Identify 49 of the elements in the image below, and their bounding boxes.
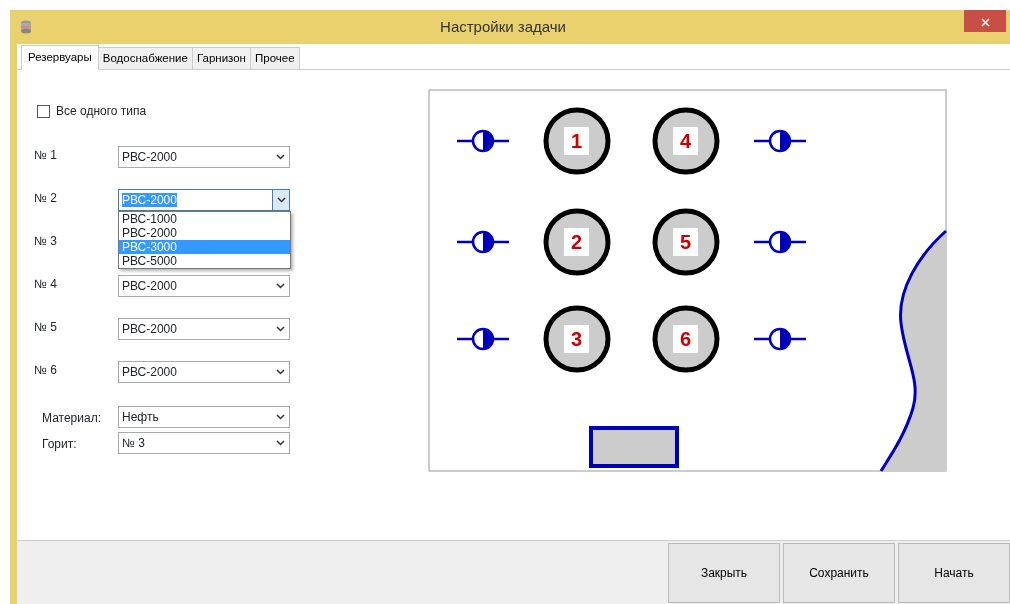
tab[interactable]: Водоснабжение [97,46,193,69]
field-label: № 1 [33,147,58,164]
tab[interactable]: Резервуары [21,44,99,70]
dropdown[interactable]: РВС-2000 [118,361,290,383]
close-icon [980,17,990,27]
caret-icon [276,414,285,420]
hydrant-icon [457,129,509,153]
caret-icon [276,369,285,375]
field-label: № 3 [33,233,58,250]
caret-icon [276,440,285,446]
hydrant-icon [457,230,509,254]
tab[interactable]: Прочее [249,46,300,69]
field-label: № 2 [33,190,58,207]
close-button[interactable] [964,10,1006,32]
dropdown[interactable]: РВС-2000 [118,146,290,168]
tank-number: 5 [679,231,692,253]
footer-button[interactable]: Закрыть [668,543,780,603]
hydrant-icon [754,230,806,254]
database-icon [20,20,32,34]
hydrant-icon [754,129,806,153]
caret-icon [276,154,285,160]
checkbox-label: Все одного типа [56,103,147,120]
field-label: № 5 [33,319,58,336]
caret-icon [276,283,285,289]
caret-icon [276,326,285,332]
tab[interactable]: Гарнизон [191,46,251,69]
field-label: № 4 [33,276,58,293]
tank-number: 2 [570,231,583,253]
dropdown[interactable]: Нефть [118,406,290,428]
tank-number: 6 [679,328,692,350]
tank-number: 3 [570,328,583,350]
footer-button[interactable]: Сохранить [783,543,895,603]
footer-button[interactable]: Начать [898,543,1010,603]
field-label: № 6 [33,362,58,379]
hydrant-icon [457,327,509,351]
dropdown-option[interactable]: РВС-2000 [119,226,290,240]
dropdown[interactable]: № 3 [118,432,290,454]
checkbox[interactable] [37,104,50,118]
tank-number: 1 [570,130,583,152]
field-label: Горит: [41,436,78,453]
dropdown[interactable]: РВС-2000 [118,275,290,297]
caret-icon [276,197,286,203]
tank-number: 4 [679,130,692,152]
dropdown[interactable]: РВС-2000 [118,318,290,340]
field-label: Материал: [41,410,102,427]
hydrant-icon [754,327,806,351]
dropdown-option[interactable]: РВС-5000 [119,254,290,268]
dropdown-option[interactable]: РВС-1000 [119,212,290,226]
window-title: Настройки задачи [439,16,567,37]
